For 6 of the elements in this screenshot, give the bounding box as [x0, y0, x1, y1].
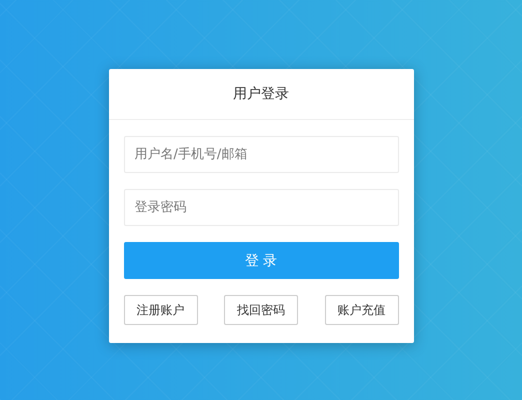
link-button[interactable]: 账户充值: [324, 295, 398, 325]
input-field[interactable]: 登录密码: [124, 189, 398, 226]
link-button[interactable]: 注册账户: [124, 295, 198, 325]
input-field[interactable]: 用户名/手机号/邮箱: [124, 136, 398, 173]
card-title: 用户登录: [233, 85, 289, 103]
link-button[interactable]: 找回密码: [224, 295, 298, 325]
